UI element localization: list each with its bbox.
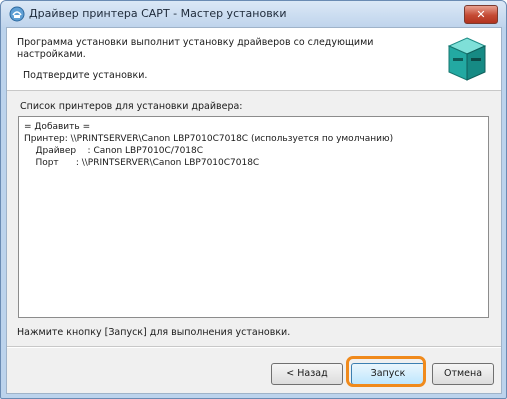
list-item: = Добавить =: [24, 122, 91, 132]
instruction-text: Нажмите кнопку [Запуск] для выполнения у…: [17, 327, 291, 338]
back-button[interactable]: < Назад: [271, 363, 343, 385]
close-button[interactable]: ✕: [464, 5, 498, 24]
header-line-1: Программа установки выполнит установку д…: [17, 37, 374, 48]
wizard-header: Программа установки выполнит установку д…: [7, 28, 501, 91]
installer-window: Драйвер принтера CAPT - Мастер установки…: [0, 0, 507, 399]
divider: [7, 346, 501, 348]
window-title: Драйвер принтера CAPT - Мастер установки: [29, 7, 287, 20]
printer-list[interactable]: = Добавить = Принтер: \\PRINTSERVER\Cano…: [18, 116, 489, 318]
installer-icon: [9, 6, 25, 22]
start-button-highlight: [346, 356, 426, 387]
list-item: Порт : \\PRINTSERVER\Canon LBP7010C7018C: [24, 158, 260, 168]
list-item: Драйвер : Canon LBP7010C/7018C: [24, 146, 204, 156]
wizard-body: Программа установки выполнит установку д…: [6, 27, 502, 394]
header-description: Программа установки выполнит установку д…: [17, 37, 437, 61]
cancel-button[interactable]: Отмена: [432, 363, 494, 385]
list-item: Принтер: \\PRINTSERVER\Canon LBP7010C701…: [24, 134, 394, 144]
printer-box-icon: [447, 37, 487, 81]
header-subtitle: Подтвердите установки.: [23, 70, 148, 81]
printer-list-label: Список принтеров для установки драйвера:: [20, 101, 243, 112]
header-line-2: настройками.: [17, 49, 86, 60]
close-icon: ✕: [476, 8, 486, 21]
title-bar[interactable]: Драйвер принтера CAPT - Мастер установки…: [1, 1, 506, 27]
